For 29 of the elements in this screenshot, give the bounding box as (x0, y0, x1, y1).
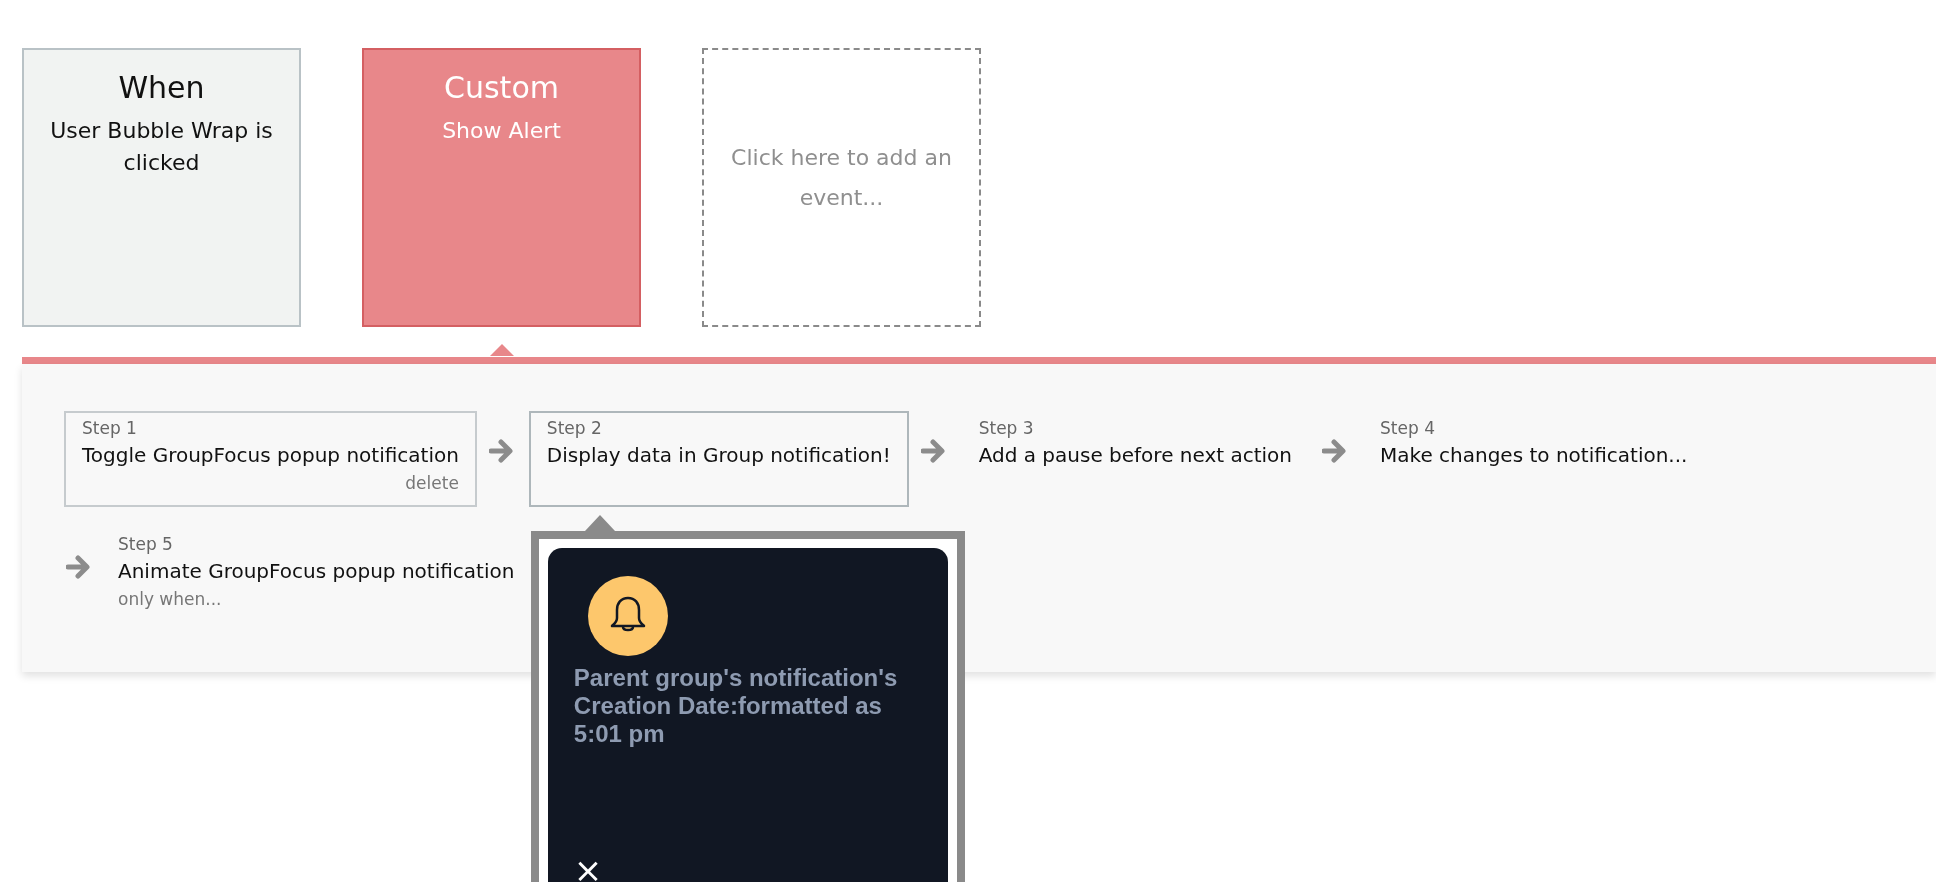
step-number: Step 5 (118, 533, 174, 555)
arrow-icon (920, 439, 947, 463)
arrow-icon (1322, 439, 1349, 463)
step-title: Display data in Group notification! (546, 442, 891, 469)
event-title: When (118, 70, 205, 105)
event-description: Show Alert (442, 117, 561, 145)
delete-link[interactable]: delete (405, 471, 459, 495)
step-title: Add a pause before next action (978, 442, 1293, 469)
event-card[interactable]: When User Bubble Wrap is clicked (22, 48, 301, 327)
step-title: Make changes to notification... (1380, 442, 1688, 469)
bell-icon (587, 576, 668, 656)
step-title: Toggle GroupFocus popup notification (82, 442, 459, 469)
step-number: Step 1 (82, 417, 138, 439)
step-number: Step 2 (546, 417, 603, 439)
step-item[interactable]: Step 3 Add a pause before next action (960, 411, 1311, 507)
condition-link[interactable]: only when... (118, 587, 515, 611)
step-number: Step 3 (978, 417, 1035, 439)
step-title: Animate GroupFocus popup notification (118, 558, 515, 585)
close-button[interactable]: × (573, 853, 603, 882)
event-description: User Bubble Wrap is clicked (49, 117, 274, 177)
arrow-icon (66, 555, 92, 579)
step-item[interactable]: Step 5 Animate GroupFocus popup notification only when... (100, 527, 533, 623)
step-item[interactable]: Step 4 Make changes to notification... (1362, 411, 1706, 507)
step-item[interactable]: Step 1 Toggle GroupFocus popup notification delete (64, 411, 477, 507)
event-title: Custom (444, 70, 559, 105)
arrow-icon (488, 439, 515, 463)
add-event-label: Click here to add an event... (730, 143, 953, 212)
notification-message: Parent group's notification's Creation Date:formatted as 5:01 pm (573, 664, 899, 748)
step-number: Step 4 (1380, 417, 1436, 439)
